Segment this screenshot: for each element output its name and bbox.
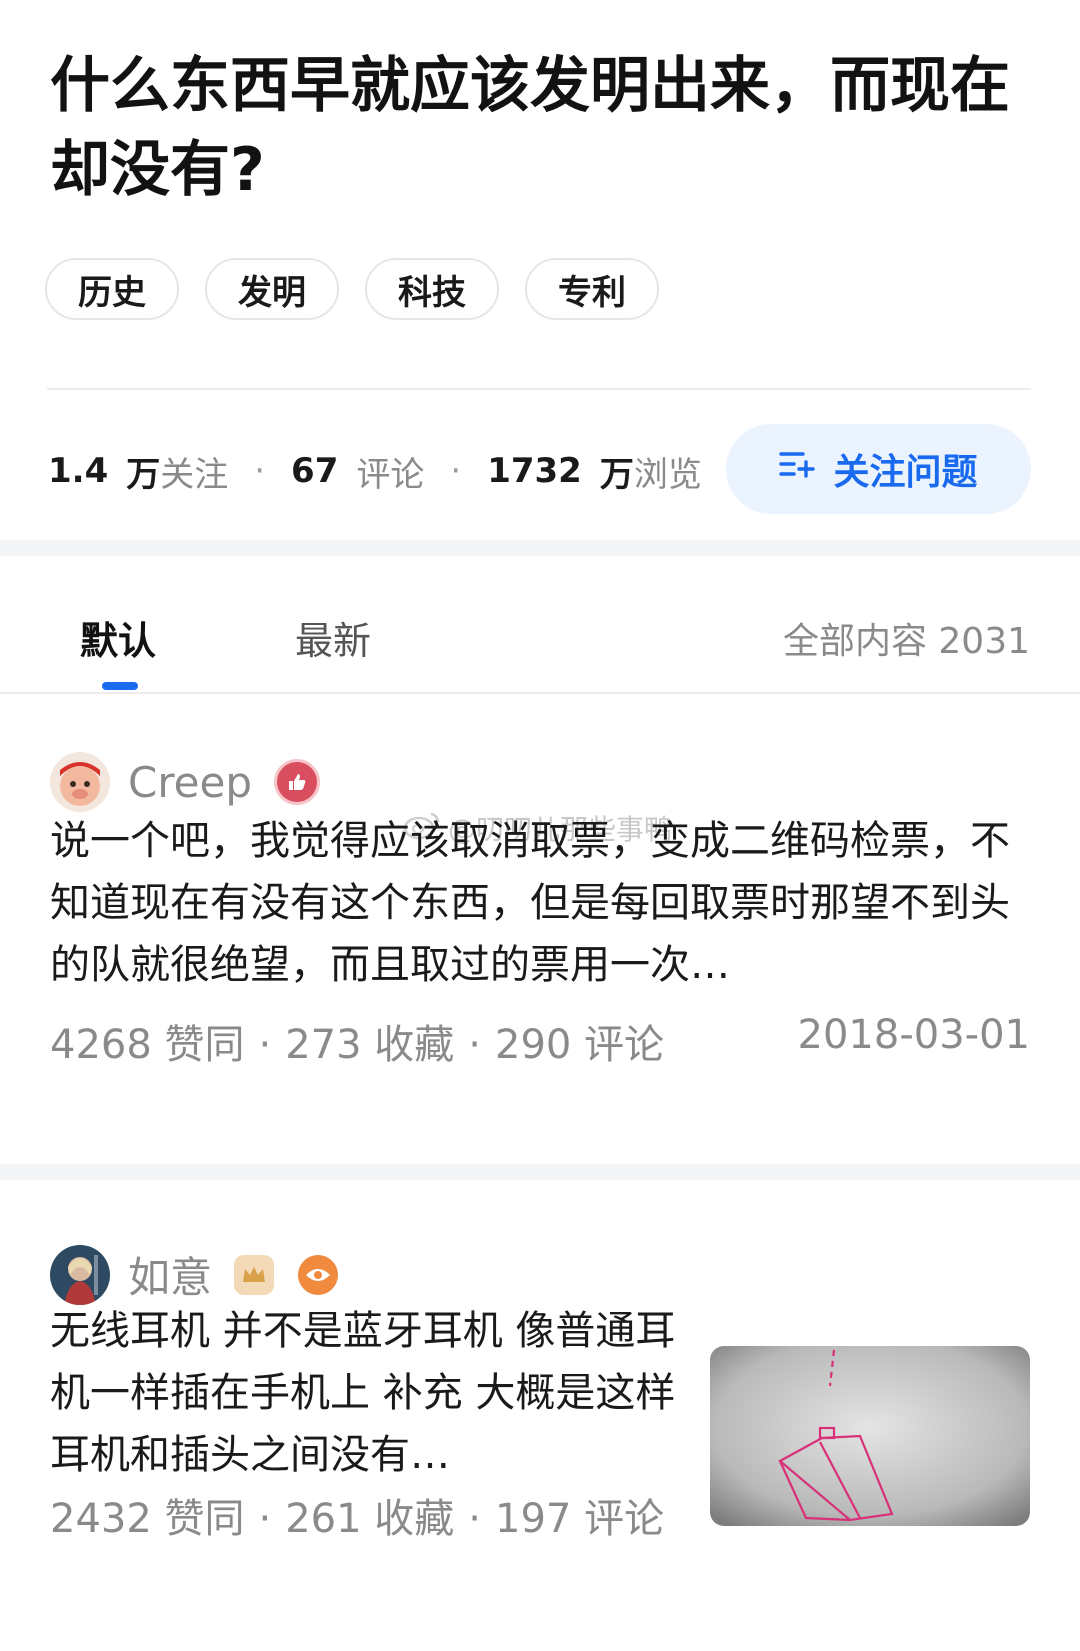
answer-thumbnail-image[interactable] (710, 1346, 1030, 1526)
answer-author[interactable]: Creep (50, 752, 321, 812)
author-name[interactable]: 如意 (128, 1244, 212, 1305)
answer-excerpt[interactable]: 无线耳机 并不是蓝牙耳机 像普通耳机一样插在手机上 补充 大概是这样 耳机和插头… (50, 1300, 690, 1486)
followers-label: 关注 (160, 454, 229, 495)
follow-question-label: 关注问题 (833, 452, 978, 493)
views-count: 1732 (487, 451, 582, 491)
crown-badge-icon (234, 1254, 275, 1295)
thumbs-up-badge-icon (274, 759, 321, 805)
answer-card[interactable]: Creep 说一个吧，我觉得应该取消取票，变成二维码检票，不知道现在有没有这个东… (0, 694, 1080, 1164)
tab-latest[interactable]: 最新 (295, 610, 371, 665)
topic-tag[interactable]: 历史 (45, 258, 179, 320)
comments-count: 67 (291, 451, 339, 491)
followers-count: 1.4 (48, 451, 109, 491)
question-title: 什么东西早就应该发明出来，而现在却没有? (50, 51, 1010, 205)
question-stats: 1.4 万 关注 · 67 评论 · 1732 万 浏览 (48, 446, 702, 496)
topic-tag[interactable]: 专利 (525, 258, 659, 320)
comments-count: 290 评论 (495, 1022, 665, 1068)
topic-tags: 历史 发明 科技 专利 (45, 258, 659, 320)
favorites-count: 273 收藏 (285, 1022, 455, 1068)
views-unit: 万 (599, 454, 634, 495)
divider (47, 388, 1031, 390)
answer-author[interactable]: 如意 (50, 1244, 339, 1305)
answer-meta: 4268 赞同 · 273 收藏 · 290 评论 2018-03-01 (50, 1012, 1030, 1068)
total-answers-count: 全部内容 2031 (782, 621, 1030, 662)
separator-dot: · (254, 451, 266, 491)
follow-list-icon (779, 449, 816, 490)
agree-count: 2432 赞同 (50, 1496, 245, 1542)
answer-excerpt[interactable]: 说一个吧，我觉得应该取消取票，变成二维码检票，不知道现在有没有这个东西，但是每回… (50, 810, 1030, 996)
author-name[interactable]: Creep (128, 758, 252, 807)
favorites-count: 261 收藏 (285, 1496, 455, 1542)
followers-unit: 万 (126, 454, 161, 495)
answer-date: 2018-03-01 (797, 1012, 1030, 1058)
section-separator (0, 1164, 1080, 1180)
answer-sort-tabs: 默认 最新 全部内容 2031 (0, 570, 1080, 690)
comments-label: 评论 (356, 454, 425, 495)
topic-tag[interactable]: 发明 (205, 258, 339, 320)
follow-question-button[interactable]: 关注问题 (726, 424, 1031, 514)
separator-dot: · (450, 451, 462, 491)
section-separator (0, 540, 1080, 556)
avatar[interactable] (50, 1244, 110, 1305)
active-tab-indicator (102, 682, 138, 690)
comments-count: 197 评论 (495, 1496, 665, 1542)
tab-default[interactable]: 默认 (80, 610, 156, 665)
views-label: 浏览 (633, 454, 702, 495)
topic-tag[interactable]: 科技 (365, 258, 499, 320)
avatar[interactable] (50, 752, 110, 812)
agree-count: 4268 赞同 (50, 1022, 245, 1068)
eye-badge-icon (298, 1254, 339, 1295)
